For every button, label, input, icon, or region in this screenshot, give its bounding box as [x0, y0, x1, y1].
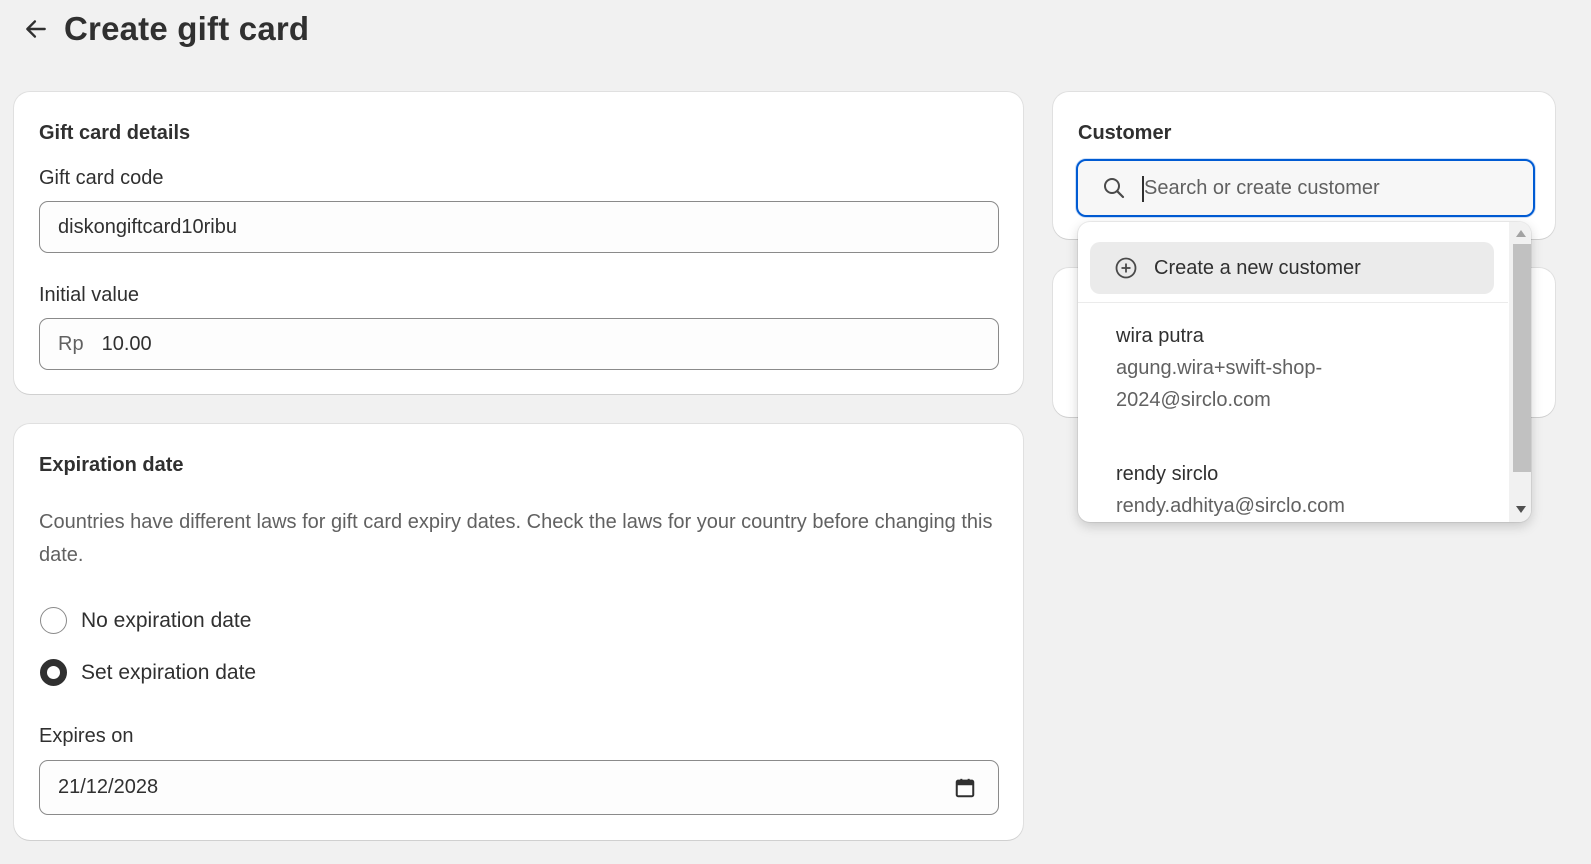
gift-card-code-value: diskongiftcard10ribu [58, 215, 237, 238]
customer-list-item[interactable]: rendy sirclo rendy.adhitya@sirclo.com [1116, 458, 1496, 522]
card-title: Customer [1078, 122, 1172, 144]
divider [1078, 302, 1508, 303]
initial-value-input[interactable]: Rp 10.00 [39, 318, 999, 370]
radio-label: Set expiration date [81, 660, 257, 684]
back-button[interactable] [20, 13, 52, 45]
calendar-icon[interactable] [954, 777, 976, 799]
customer-email: agung.wira+swift-shop- [1116, 357, 1323, 379]
page-title: Create gift card [64, 10, 310, 47]
initial-value-value: 10.00 [101, 332, 152, 355]
radio-button[interactable] [40, 607, 67, 634]
customer-dropdown: Create a new customer wira putra agung.w… [1078, 222, 1531, 522]
card-title: Gift card details [39, 122, 191, 144]
arrow-left-icon [26, 20, 46, 38]
plus-circle-icon [1115, 257, 1137, 279]
currency-prefix: Rp [58, 332, 84, 355]
gift-card-code-input[interactable]: diskongiftcard10ribu [39, 201, 999, 253]
card-title: Expiration date [39, 454, 184, 476]
radio-no-expiration[interactable]: No expiration date [40, 607, 251, 634]
customer-search-input[interactable]: Search or create customer [1076, 159, 1535, 217]
create-new-customer-button[interactable]: Create a new customer [1090, 242, 1494, 294]
scrollbar-thumb[interactable] [1513, 244, 1531, 472]
initial-value-label: Initial value [39, 284, 140, 306]
gift-card-code-label: Gift card code [39, 167, 164, 189]
customer-email: 2024@sirclo.com [1116, 389, 1271, 411]
customer-email: rendy.adhitya@sirclo.com [1116, 495, 1345, 517]
gift-card-details-card: Gift card details Gift card code diskong… [14, 92, 1023, 394]
dropdown-scrollbar[interactable] [1509, 222, 1531, 522]
expiration-date-card: Expiration date Countries have different… [14, 424, 1023, 840]
expires-on-value: 21/12/2028 [58, 776, 159, 798]
customer-name: wira putra [1116, 325, 1204, 347]
text-caret [1142, 176, 1144, 202]
scroll-up-arrow-icon[interactable] [1516, 230, 1526, 237]
radio-label: No expiration date [81, 608, 252, 632]
expires-on-date-input[interactable]: 21/12/2028 [39, 760, 999, 815]
create-new-customer-label: Create a new customer [1154, 256, 1361, 279]
customer-list-item[interactable]: wira putra agung.wira+swift-shop- 2024@s… [1116, 320, 1496, 416]
expires-on-label: Expires on [39, 725, 134, 747]
radio-button-checked[interactable] [40, 659, 67, 686]
scroll-down-arrow-icon[interactable] [1516, 506, 1526, 513]
customer-name: rendy sirclo [1116, 463, 1219, 485]
search-icon [1104, 178, 1125, 199]
page-header: Create gift card [20, 8, 309, 50]
search-placeholder: Search or create customer [1144, 176, 1380, 199]
expiration-description: Countries have different laws for gift c… [39, 511, 993, 566]
radio-set-expiration[interactable]: Set expiration date [40, 659, 256, 686]
